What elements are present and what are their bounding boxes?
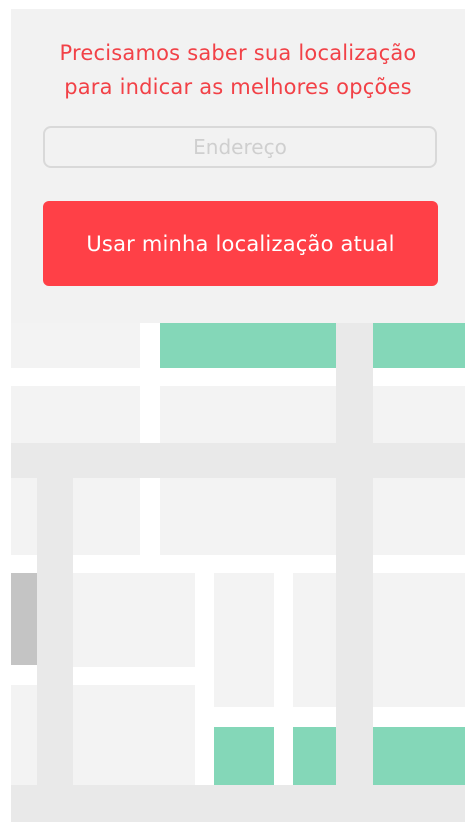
location-panel: Precisamos saber sua localização para in…	[11, 9, 465, 323]
location-prompt-line-1: Precisamos saber sua localização	[59, 41, 417, 65]
map-block	[160, 386, 336, 443]
map-block	[11, 323, 140, 368]
map-block	[73, 478, 140, 555]
location-screen: Precisamos saber sua localização para in…	[0, 0, 465, 822]
map-block	[214, 573, 274, 707]
map-park	[160, 323, 336, 368]
map-road	[11, 785, 465, 822]
map-road	[336, 323, 373, 822]
location-prompt-line-2: para indicar as melhores opções	[64, 75, 412, 99]
map-block	[73, 685, 195, 785]
map-block	[373, 573, 465, 707]
map-block	[373, 478, 465, 555]
use-current-location-button[interactable]: Usar minha localização atual	[43, 201, 438, 286]
map-park	[373, 323, 465, 368]
map-block	[11, 478, 37, 555]
map-block	[160, 478, 336, 555]
map-block	[11, 386, 140, 443]
map-block	[293, 573, 336, 707]
map-background	[11, 323, 465, 822]
map-road	[37, 478, 73, 822]
address-input[interactable]	[43, 126, 437, 168]
map-building	[11, 573, 37, 665]
map-block	[373, 386, 465, 443]
map-block	[11, 685, 37, 785]
map-road	[11, 443, 465, 478]
map-block	[73, 573, 195, 667]
location-prompt: Precisamos saber sua localização para in…	[11, 36, 465, 104]
